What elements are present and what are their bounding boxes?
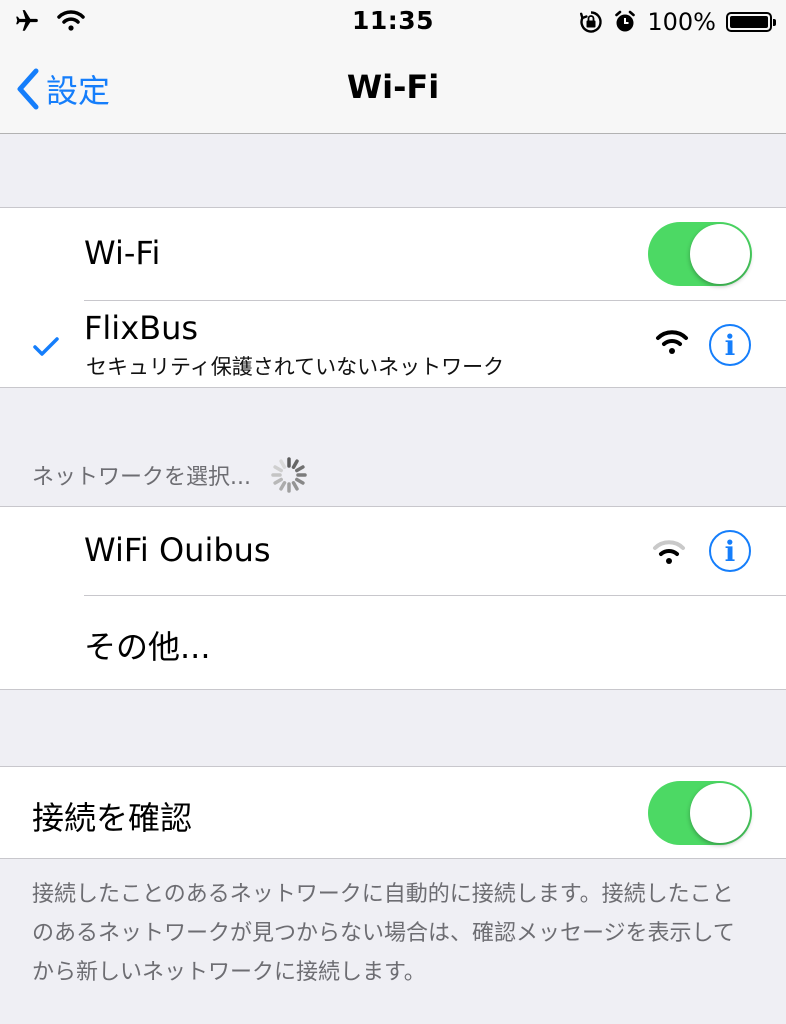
wifi-signal-medium-icon bbox=[653, 540, 685, 564]
ask-join-group: 接続を確認 bbox=[0, 766, 786, 859]
other-network-row[interactable]: その他... bbox=[0, 596, 786, 689]
other-network-label: その他... bbox=[84, 628, 211, 666]
toggle-knob bbox=[690, 783, 750, 843]
wifi-toggle-row: Wi-Fi bbox=[0, 208, 786, 301]
ask-join-row: 接続を確認 bbox=[0, 767, 786, 858]
connected-network-security: セキュリティ保護されていないネットワーク bbox=[86, 355, 505, 379]
choose-network-header: ネットワークを選択... bbox=[32, 455, 309, 495]
ask-join-label: 接続を確認 bbox=[32, 799, 193, 837]
wifi-signal-full-icon bbox=[656, 330, 688, 354]
info-button-ouibus[interactable]: i bbox=[709, 530, 751, 572]
wifi-toggle[interactable] bbox=[648, 222, 752, 286]
info-button-flixbus[interactable]: i bbox=[709, 324, 751, 366]
loading-spinner-icon bbox=[271, 457, 307, 493]
ask-join-toggle[interactable] bbox=[648, 781, 752, 845]
connected-network-name: FlixBus bbox=[84, 309, 199, 347]
page-title: Wi-Fi bbox=[346, 68, 440, 106]
orientation-lock-icon bbox=[580, 11, 603, 33]
choose-network-label: ネットワークを選択... bbox=[32, 465, 251, 490]
wifi-label: Wi-Fi bbox=[84, 234, 161, 272]
status-bar: 11:35 100% bbox=[0, 0, 786, 44]
battery-percent: 100% bbox=[647, 8, 716, 36]
battery-icon bbox=[726, 12, 776, 32]
toggle-knob bbox=[690, 224, 750, 284]
checkmark-icon bbox=[33, 337, 59, 356]
networks-group: WiFi Ouibus i その他... bbox=[0, 506, 786, 690]
ask-join-footer: 接続したことのあるネットワークに自動的に接続します。接続したことのあるネットワー… bbox=[32, 882, 735, 985]
status-right: 100% bbox=[579, 8, 776, 36]
network-name: WiFi Ouibus bbox=[84, 531, 271, 569]
wifi-group: Wi-Fi FlixBus セキュリティ保護されていないネットワーク i bbox=[0, 207, 786, 388]
connected-network-row[interactable]: FlixBus セキュリティ保護されていないネットワーク i bbox=[0, 301, 786, 387]
navigation-bar: 設定 Wi-Fi bbox=[0, 44, 786, 134]
network-row[interactable]: WiFi Ouibus i bbox=[0, 507, 786, 596]
alarm-icon bbox=[615, 10, 636, 32]
